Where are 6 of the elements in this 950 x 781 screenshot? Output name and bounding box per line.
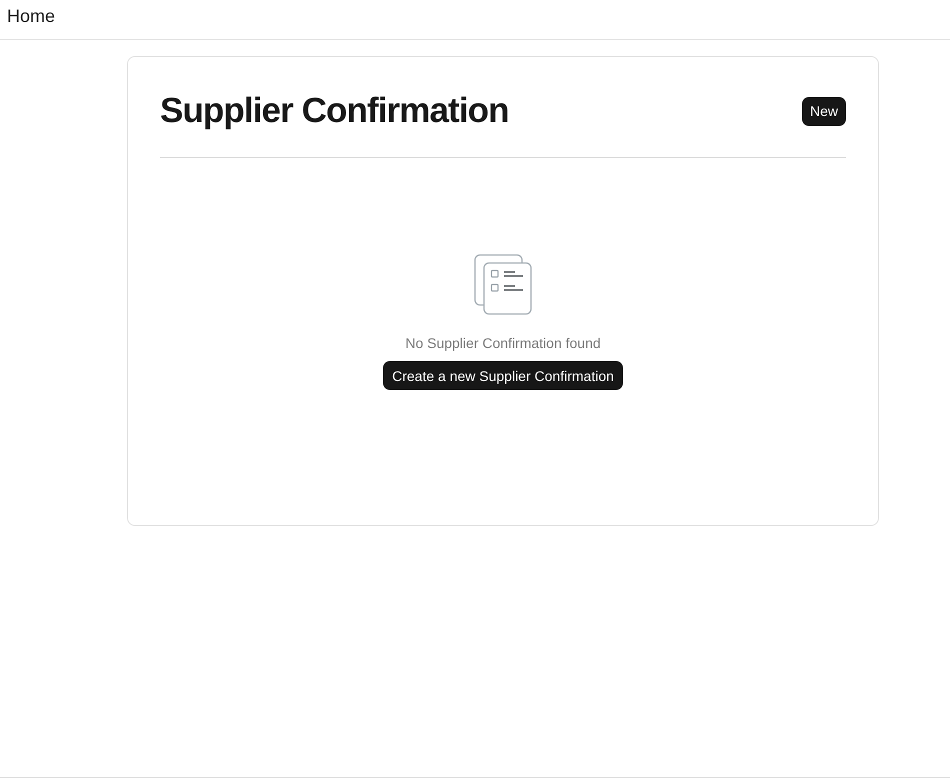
- new-button[interactable]: New: [802, 96, 846, 126]
- home-link[interactable]: Home: [7, 4, 56, 26]
- empty-message: No Supplier Confirmation found: [405, 334, 601, 352]
- page-title: Supplier Confirmation: [160, 90, 509, 132]
- checklist-documents-icon: [474, 254, 532, 316]
- create-button[interactable]: Create a new Supplier Confirmation: [383, 361, 623, 390]
